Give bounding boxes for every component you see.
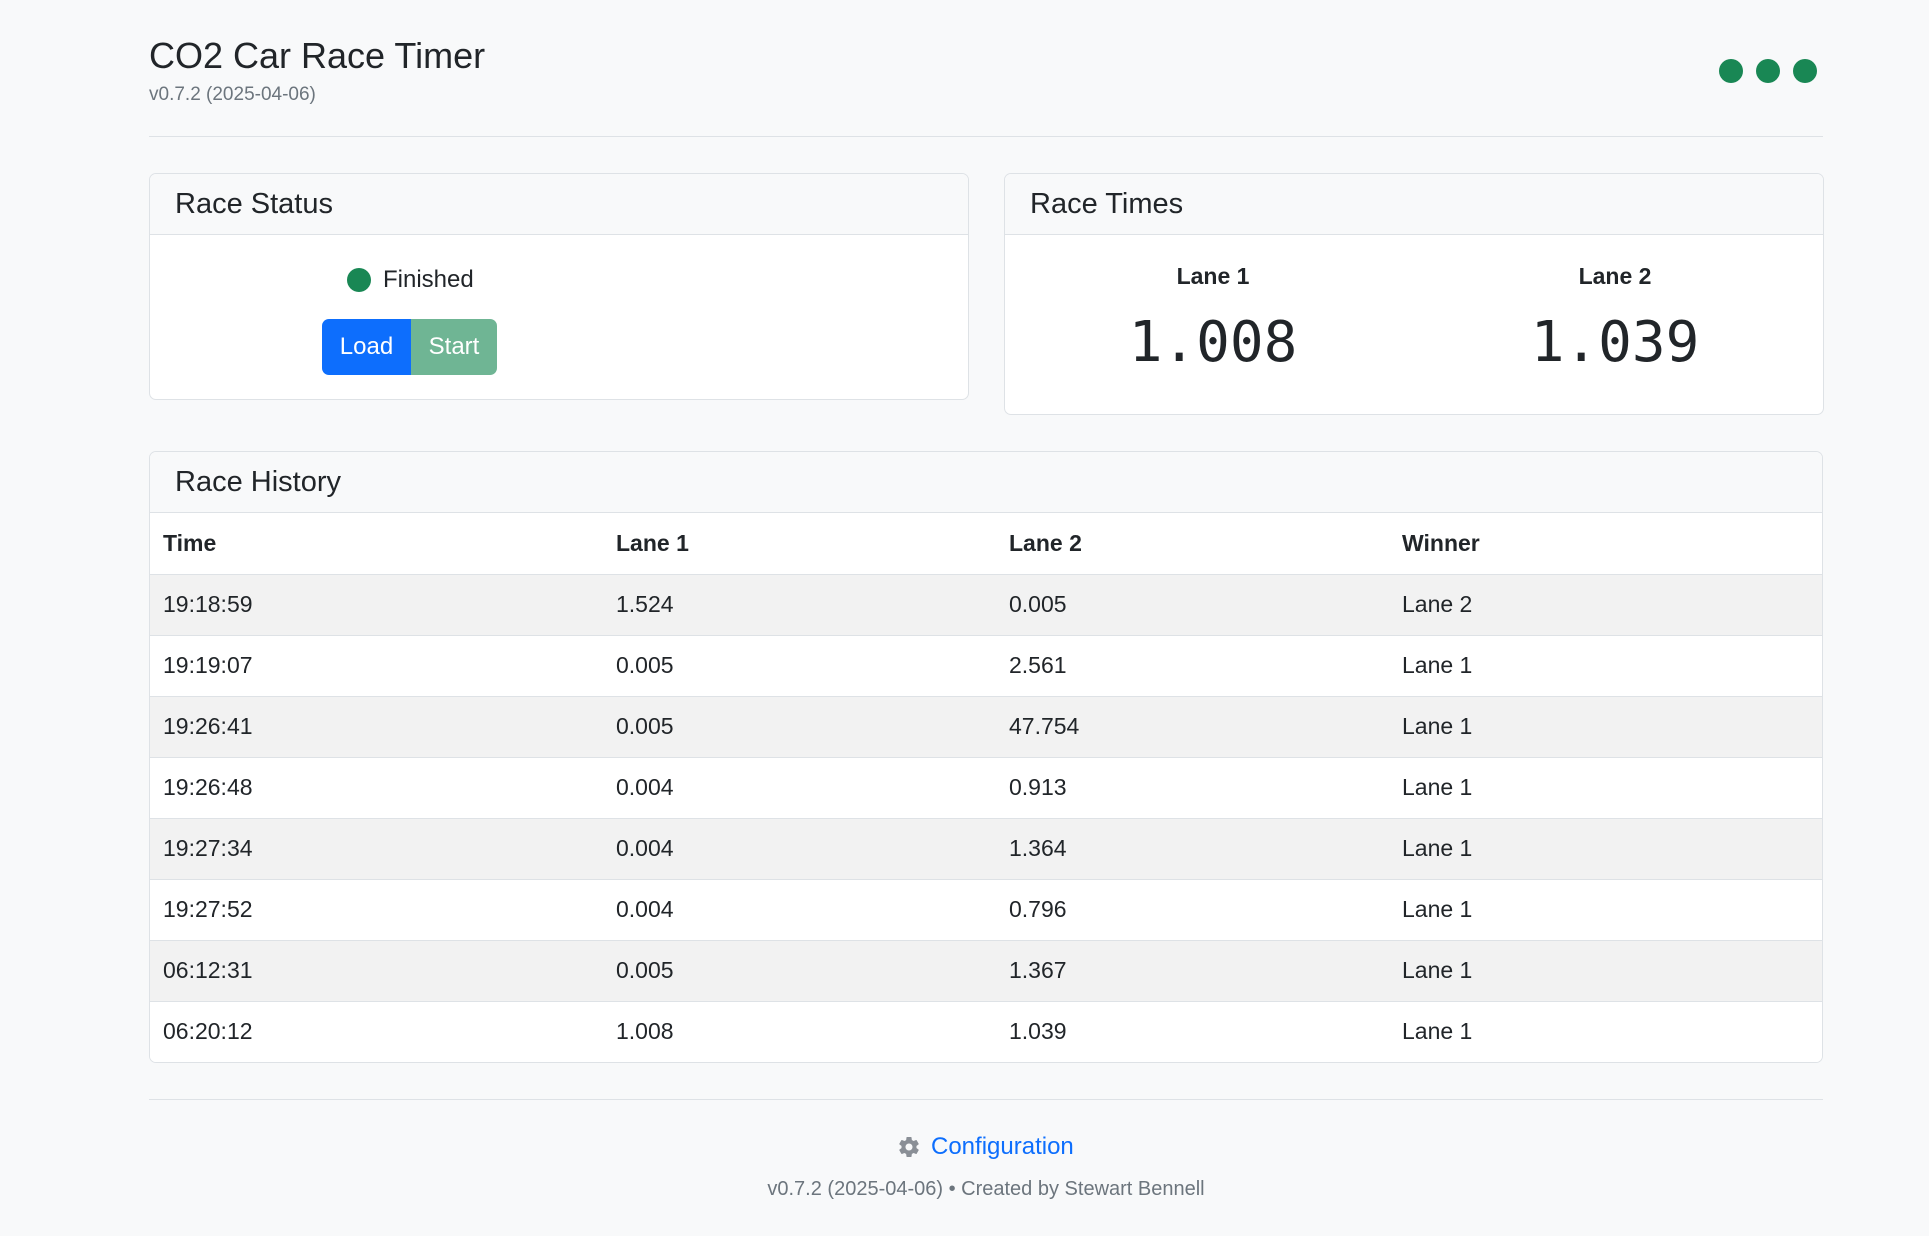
cell-lane-2: 1.364 <box>996 818 1389 880</box>
race-control-buttons: Load Start <box>322 319 497 375</box>
cell-time: 19:27:52 <box>150 879 603 941</box>
table-row: 19:18:59 1.524 0.005 Lane 2 <box>150 574 1822 636</box>
app-title: CO2 Car Race Timer <box>149 35 486 76</box>
more-menu-button[interactable] <box>1719 59 1817 83</box>
table-row: 06:12:31 0.005 1.367 Lane 1 <box>150 940 1822 1002</box>
start-button[interactable]: Start <box>411 319 497 375</box>
main-container: CO2 Car Race Timer v0.7.2 (2025-04-06) R… <box>149 0 1824 1063</box>
column-header-time: Time <box>150 513 603 575</box>
lane-2-label: Lane 2 <box>1578 263 1652 289</box>
page-footer: Configuration v0.7.2 (2025-04-06) • Crea… <box>149 1099 1823 1200</box>
configuration-link[interactable]: Configuration <box>897 1133 1074 1161</box>
app-version: v0.7.2 (2025-04-06) <box>149 84 316 105</box>
page-header: CO2 Car Race Timer v0.7.2 (2025-04-06) <box>149 0 1823 137</box>
cell-winner: Lane 1 <box>1389 940 1822 1002</box>
table-row: 19:26:41 0.005 47.754 Lane 1 <box>150 696 1822 758</box>
cell-lane-1: 0.004 <box>603 818 996 880</box>
race-history-header: Race History <box>150 452 1822 513</box>
cell-lane-1: 0.005 <box>603 635 996 697</box>
race-history-card: Race History Time Lane 1 Lane 2 Winner 1… <box>149 451 1823 1063</box>
cell-time: 19:26:41 <box>150 696 603 758</box>
cell-time: 19:18:59 <box>150 574 603 636</box>
lane-2-time: 1.039 <box>1530 310 1700 375</box>
gear-icon <box>899 1137 919 1157</box>
footer-credit: v0.7.2 (2025-04-06) • Created by Stewart… <box>767 1178 1205 1200</box>
lane-1-label: Lane 1 <box>1176 263 1250 289</box>
cell-lane-1: 0.004 <box>603 757 996 819</box>
cell-winner: Lane 1 <box>1389 818 1822 880</box>
cell-lane-1: 0.004 <box>603 879 996 941</box>
cell-winner: Lane 1 <box>1389 879 1822 941</box>
status-dot-icon <box>347 268 371 292</box>
table-row: 19:26:48 0.004 0.913 Lane 1 <box>150 757 1822 819</box>
lane-1-time-panel: Lane 1 1.008 <box>1063 262 1363 376</box>
cell-winner: Lane 2 <box>1389 574 1822 636</box>
cell-winner: Lane 1 <box>1389 635 1822 697</box>
race-history-table: Time Lane 1 Lane 2 Winner 19:18:59 1.524… <box>150 513 1822 1062</box>
cell-lane-2: 47.754 <box>996 696 1389 758</box>
race-history-title: Race History <box>175 465 341 498</box>
cell-winner: Lane 1 <box>1389 757 1822 819</box>
column-header-winner: Winner <box>1389 513 1822 575</box>
indicator-dot-1 <box>1719 59 1743 83</box>
cell-time: 19:27:34 <box>150 818 603 880</box>
table-row: 19:19:07 0.005 2.561 Lane 1 <box>150 635 1822 697</box>
cell-time: 19:19:07 <box>150 635 603 697</box>
race-status-text: Finished <box>383 266 474 293</box>
race-status-indicator: Finished <box>347 266 474 294</box>
cell-lane-2: 1.039 <box>996 1001 1389 1062</box>
column-header-lane-1: Lane 1 <box>603 513 996 575</box>
cell-winner: Lane 1 <box>1389 696 1822 758</box>
table-row: 19:27:52 0.004 0.796 Lane 1 <box>150 879 1822 941</box>
race-times-title: Race Times <box>1030 187 1184 220</box>
lane-1-time: 1.008 <box>1128 310 1298 375</box>
indicator-dot-3 <box>1793 59 1817 83</box>
table-header-row: Time Lane 1 Lane 2 Winner <box>150 513 1822 575</box>
cell-lane-2: 1.367 <box>996 940 1389 1002</box>
race-status-title: Race Status <box>175 187 333 220</box>
cell-lane-2: 0.796 <box>996 879 1389 941</box>
race-status-header: Race Status <box>150 174 968 235</box>
cell-time: 19:26:48 <box>150 757 603 819</box>
table-row: 19:27:34 0.004 1.364 Lane 1 <box>150 818 1822 880</box>
cell-lane-1: 0.005 <box>603 696 996 758</box>
cell-lane-1: 1.008 <box>603 1001 996 1062</box>
cell-time: 06:20:12 <box>150 1001 603 1062</box>
indicator-dot-2 <box>1756 59 1780 83</box>
cell-time: 06:12:31 <box>150 940 603 1002</box>
race-times-header: Race Times <box>1005 174 1823 235</box>
cell-lane-2: 0.913 <box>996 757 1389 819</box>
cell-lane-2: 0.005 <box>996 574 1389 636</box>
cell-lane-2: 2.561 <box>996 635 1389 697</box>
race-status-card: Race Status <box>149 173 969 400</box>
cell-lane-1: 1.524 <box>603 574 996 636</box>
configuration-label: Configuration <box>931 1133 1074 1160</box>
cell-lane-1: 0.005 <box>603 940 996 1002</box>
table-row: 06:20:12 1.008 1.039 Lane 1 <box>150 1001 1822 1062</box>
column-header-lane-2: Lane 2 <box>996 513 1389 575</box>
load-button[interactable]: Load <box>322 319 411 375</box>
lane-2-time-panel: Lane 2 1.039 <box>1465 262 1765 376</box>
cell-winner: Lane 1 <box>1389 1001 1822 1062</box>
